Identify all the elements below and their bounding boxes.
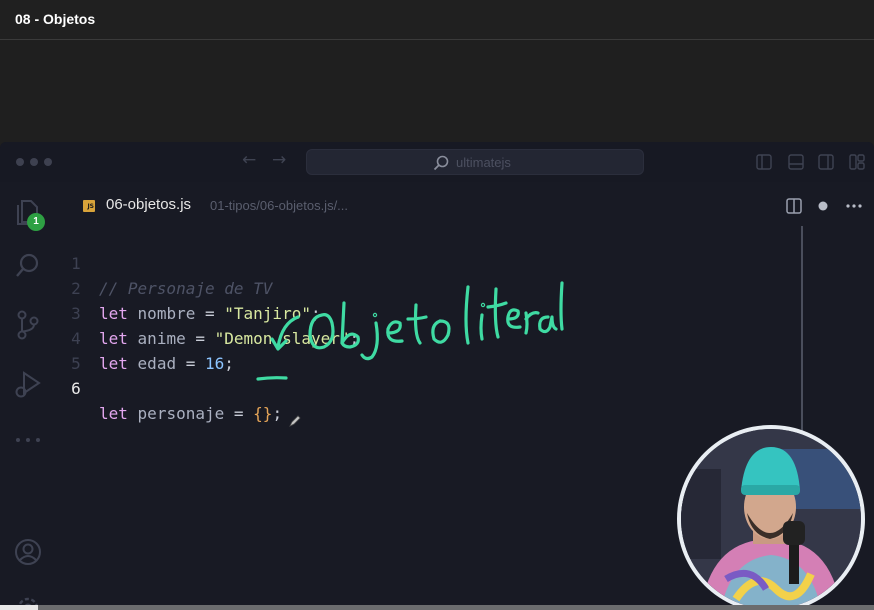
code-line-1: 1 // Personaje de TV xyxy=(56,226,272,298)
line-number-active: 6 xyxy=(71,379,81,398)
code-object-literal: {} xyxy=(253,404,273,423)
presenter-webcam xyxy=(677,425,865,610)
code-operator: = xyxy=(233,404,244,423)
letter-o xyxy=(431,319,451,344)
code-operator: = xyxy=(204,304,215,323)
command-center-search[interactable]: ultimatejs xyxy=(306,149,644,175)
annotation-underline xyxy=(256,376,288,381)
annotation-strokes xyxy=(256,281,564,381)
code-line-6: 6 let personaje = {}; xyxy=(56,351,282,423)
video-progress-fill[interactable] xyxy=(0,605,38,610)
activity-bar: 1 xyxy=(0,182,56,610)
code-identifier: personaje xyxy=(137,404,225,423)
window-zoom-dot[interactable] xyxy=(44,158,52,166)
letter-a xyxy=(538,315,558,334)
tab-breadcrumb-path[interactable]: 01-tipos/06-objetos.js/... xyxy=(210,198,348,213)
source-control-icon[interactable] xyxy=(15,310,41,340)
pen-cursor-icon xyxy=(289,415,301,427)
code-operator: = xyxy=(195,329,205,348)
customize-layout-icon[interactable] xyxy=(849,154,865,170)
code-line-5: 5 xyxy=(56,326,114,373)
code-line-2: 2 let nombre = "Tanjiro"; xyxy=(56,251,320,323)
code-line-3: 3 let anime = "Demon slayer"; xyxy=(56,276,359,348)
code-operator: = xyxy=(185,354,196,373)
letter-r xyxy=(524,311,540,335)
more-actions-icon[interactable] xyxy=(846,204,862,208)
editor-tab-bar: JS 06-objetos.js 01-tipos/06-objetos.js/… xyxy=(56,182,874,226)
video-title: 08 - Objetos xyxy=(15,11,96,27)
forward-arrow-icon[interactable]: → xyxy=(272,150,286,170)
video-progress-track[interactable] xyxy=(0,605,874,610)
letter-t xyxy=(406,303,428,345)
letter-j xyxy=(360,321,379,361)
back-arrow-icon[interactable]: ← xyxy=(242,150,256,170)
code-statement: let personaje = {}; xyxy=(99,401,282,426)
letter-l xyxy=(464,285,470,345)
search-icon[interactable] xyxy=(14,252,42,280)
code-semicolon: ; xyxy=(224,354,234,373)
letter-l-2 xyxy=(559,281,564,331)
toggle-panel-icon[interactable] xyxy=(788,154,804,170)
more-views-icon[interactable] xyxy=(15,436,41,444)
code-identifier: edad xyxy=(137,354,177,373)
split-editor-icon[interactable] xyxy=(786,198,802,214)
letter-e xyxy=(386,320,404,343)
editor-titlebar: ← → ultimatejs xyxy=(0,142,874,182)
unsaved-dot-icon[interactable] xyxy=(818,201,828,211)
command-center-text: ultimatejs xyxy=(456,155,511,170)
handwritten-annotation xyxy=(256,281,564,381)
letter-b xyxy=(340,301,360,349)
explorer-badge: 1 xyxy=(27,213,45,231)
code-line-4: 4 let edad = 16; xyxy=(56,301,234,373)
window-minimize-dot[interactable] xyxy=(30,158,38,166)
code-semicolon: ; xyxy=(272,404,283,423)
letter-O xyxy=(308,313,335,350)
code-statement: let edad = 16; xyxy=(99,351,234,376)
letter-j-dot xyxy=(372,312,378,318)
code-identifier: anime xyxy=(137,329,186,348)
letter-e-2 xyxy=(506,308,522,329)
tab-file-name[interactable]: 06-objetos.js xyxy=(106,196,191,213)
code-identifier: nombre xyxy=(137,304,196,323)
js-file-icon: JS xyxy=(83,200,95,212)
toggle-primary-sidebar-icon[interactable] xyxy=(756,154,772,170)
run-debug-icon[interactable] xyxy=(14,370,42,400)
presenter-image xyxy=(681,429,861,609)
letter-t-2 xyxy=(486,287,508,339)
window-close-dot[interactable] xyxy=(16,158,24,166)
video-header: 08 - Objetos xyxy=(0,0,874,40)
code-number: 16 xyxy=(205,354,225,373)
search-icon xyxy=(433,155,449,171)
code-comment: // Personaje de TV xyxy=(99,279,273,298)
toggle-secondary-sidebar-icon[interactable] xyxy=(818,154,834,170)
letter-i-dot xyxy=(480,302,486,308)
annotation-arrow-shaft xyxy=(276,315,300,349)
code-keyword: let xyxy=(99,404,128,423)
account-icon[interactable] xyxy=(14,538,42,566)
letter-i xyxy=(479,313,484,341)
video-letterbox xyxy=(0,41,874,142)
